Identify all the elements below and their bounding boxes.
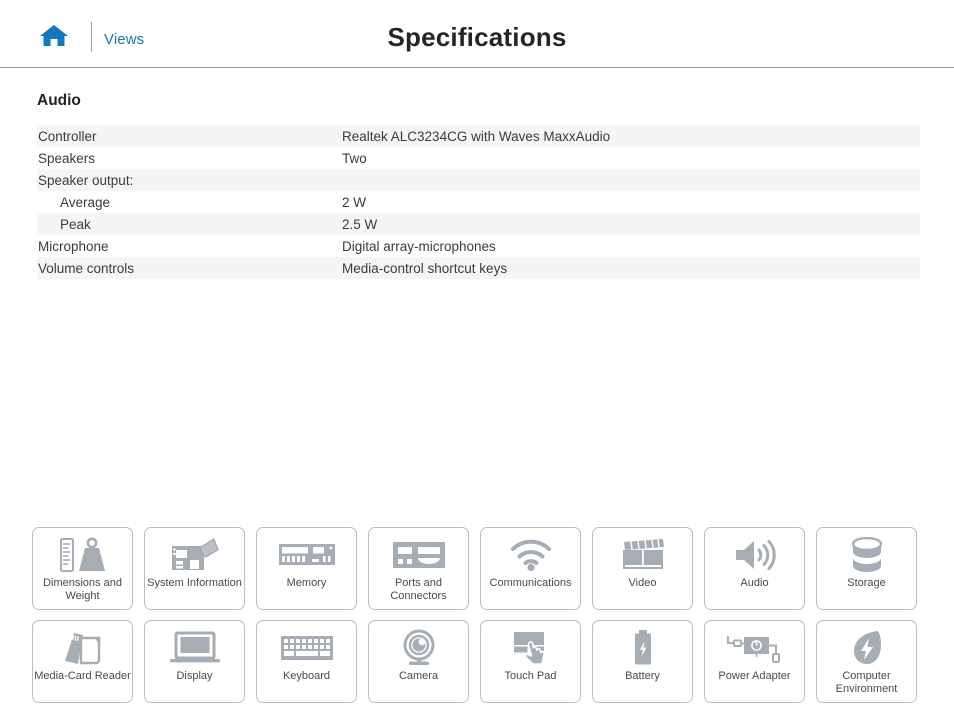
- category-tile-label: Computer Environment: [835, 670, 898, 695]
- wifi-icon: [481, 535, 580, 575]
- category-tile-label: Communications: [489, 577, 572, 589]
- category-tile-label: Dimensions and Weight: [43, 577, 122, 602]
- category-tile-touch-pad[interactable]: Touch Pad: [480, 620, 581, 703]
- table-row: Peak 2.5 W: [37, 213, 920, 235]
- spec-label: Volume controls: [38, 260, 135, 276]
- category-tile-communications[interactable]: Communications: [480, 527, 581, 610]
- table-row: Controller Realtek ALC3234CG with Waves M…: [37, 125, 920, 147]
- category-tile-label: Memory: [286, 577, 327, 589]
- spec-label: Peak: [60, 216, 91, 232]
- spec-label: Microphone: [38, 238, 109, 254]
- laptop-screen-icon: [145, 628, 244, 668]
- table-row: Average 2 W: [37, 191, 920, 213]
- drive-cylinder-icon: [817, 535, 916, 575]
- category-tile-ports-and-connectors[interactable]: Ports and Connectors: [368, 527, 469, 610]
- category-tile-video[interactable]: Video: [592, 527, 693, 610]
- category-tile-label: Audio: [740, 577, 769, 589]
- category-tile-computer-environment[interactable]: Computer Environment: [816, 620, 917, 703]
- spec-label: Controller: [38, 128, 97, 144]
- category-tile-storage[interactable]: Storage: [816, 527, 917, 610]
- keyboard-icon: [257, 628, 356, 668]
- spec-value: 2 W: [342, 194, 367, 210]
- category-tile-label: Keyboard: [282, 670, 331, 682]
- category-tile-label: Camera: [398, 670, 439, 682]
- spec-value: 2.5 W: [342, 216, 378, 232]
- table-row: Speakers Two: [37, 147, 920, 169]
- category-tile-label: Touch Pad: [504, 670, 557, 682]
- category-tile-label: Power Adapter: [718, 670, 791, 682]
- category-tile-memory[interactable]: Memory: [256, 527, 357, 610]
- category-tile-dimensions-and-weight[interactable]: Dimensions and Weight: [32, 527, 133, 610]
- category-row-2: Media-Card Reader Display Keyboard Camer…: [32, 620, 922, 703]
- category-tile-label: Media-Card Reader: [34, 670, 131, 682]
- table-row: Volume controls Media-control shortcut ke…: [37, 257, 920, 279]
- spec-label: Speaker output:: [38, 172, 134, 188]
- category-tile-keyboard[interactable]: Keyboard: [256, 620, 357, 703]
- section-heading: Audio: [37, 92, 81, 109]
- ruler-and-weight-icon: [33, 535, 132, 575]
- category-tile-media-card-reader[interactable]: Media-Card Reader: [32, 620, 133, 703]
- category-tile-label: Display: [176, 670, 213, 682]
- category-tile-label: System Information: [147, 577, 242, 589]
- page-title: Specifications: [387, 22, 567, 52]
- category-tile-system-information[interactable]: System Information: [144, 527, 245, 610]
- category-tile-audio[interactable]: Audio: [704, 527, 805, 610]
- category-tile-label: Battery: [625, 670, 660, 682]
- category-icon-grid: Dimensions and Weight System Information: [32, 527, 922, 703]
- category-tile-camera[interactable]: Camera: [368, 620, 469, 703]
- clapperboard-icon: [593, 535, 692, 575]
- app-header: Views Specifications: [0, 0, 954, 68]
- webcam-icon: [369, 628, 468, 668]
- category-tile-battery[interactable]: Battery: [592, 620, 693, 703]
- spec-value: Digital array-microphones: [342, 238, 496, 254]
- spec-label: Speakers: [38, 150, 96, 166]
- memory-module-icon: [257, 535, 356, 575]
- category-tile-display[interactable]: Display: [144, 620, 245, 703]
- motherboard-icon: [145, 535, 244, 575]
- spec-value: Media-control shortcut keys: [342, 260, 508, 276]
- table-row: Microphone Digital array-microphones: [37, 235, 920, 257]
- spec-label: Average: [60, 194, 111, 210]
- category-tile-power-adapter[interactable]: Power Adapter: [704, 620, 805, 703]
- memory-card-icon: [33, 628, 132, 668]
- power-brick-icon: [705, 628, 804, 668]
- ports-icon: [369, 535, 468, 575]
- spec-value: Two: [342, 150, 367, 166]
- touchpad-hand-icon: [481, 628, 580, 668]
- leaf-bolt-icon: [817, 628, 916, 668]
- category-tile-label: Ports and Connectors: [390, 577, 447, 602]
- category-tile-label: Storage: [847, 577, 886, 589]
- table-row: Speaker output:: [37, 169, 920, 191]
- category-tile-label: Video: [628, 577, 657, 589]
- category-row-1: Dimensions and Weight System Information: [32, 527, 922, 610]
- spec-value: Realtek ALC3234CG with Waves MaxxAudio: [342, 128, 611, 144]
- specifications-table: Controller Realtek ALC3234CG with Waves M…: [37, 125, 920, 279]
- speaker-icon: [705, 535, 804, 575]
- battery-icon: [593, 628, 692, 668]
